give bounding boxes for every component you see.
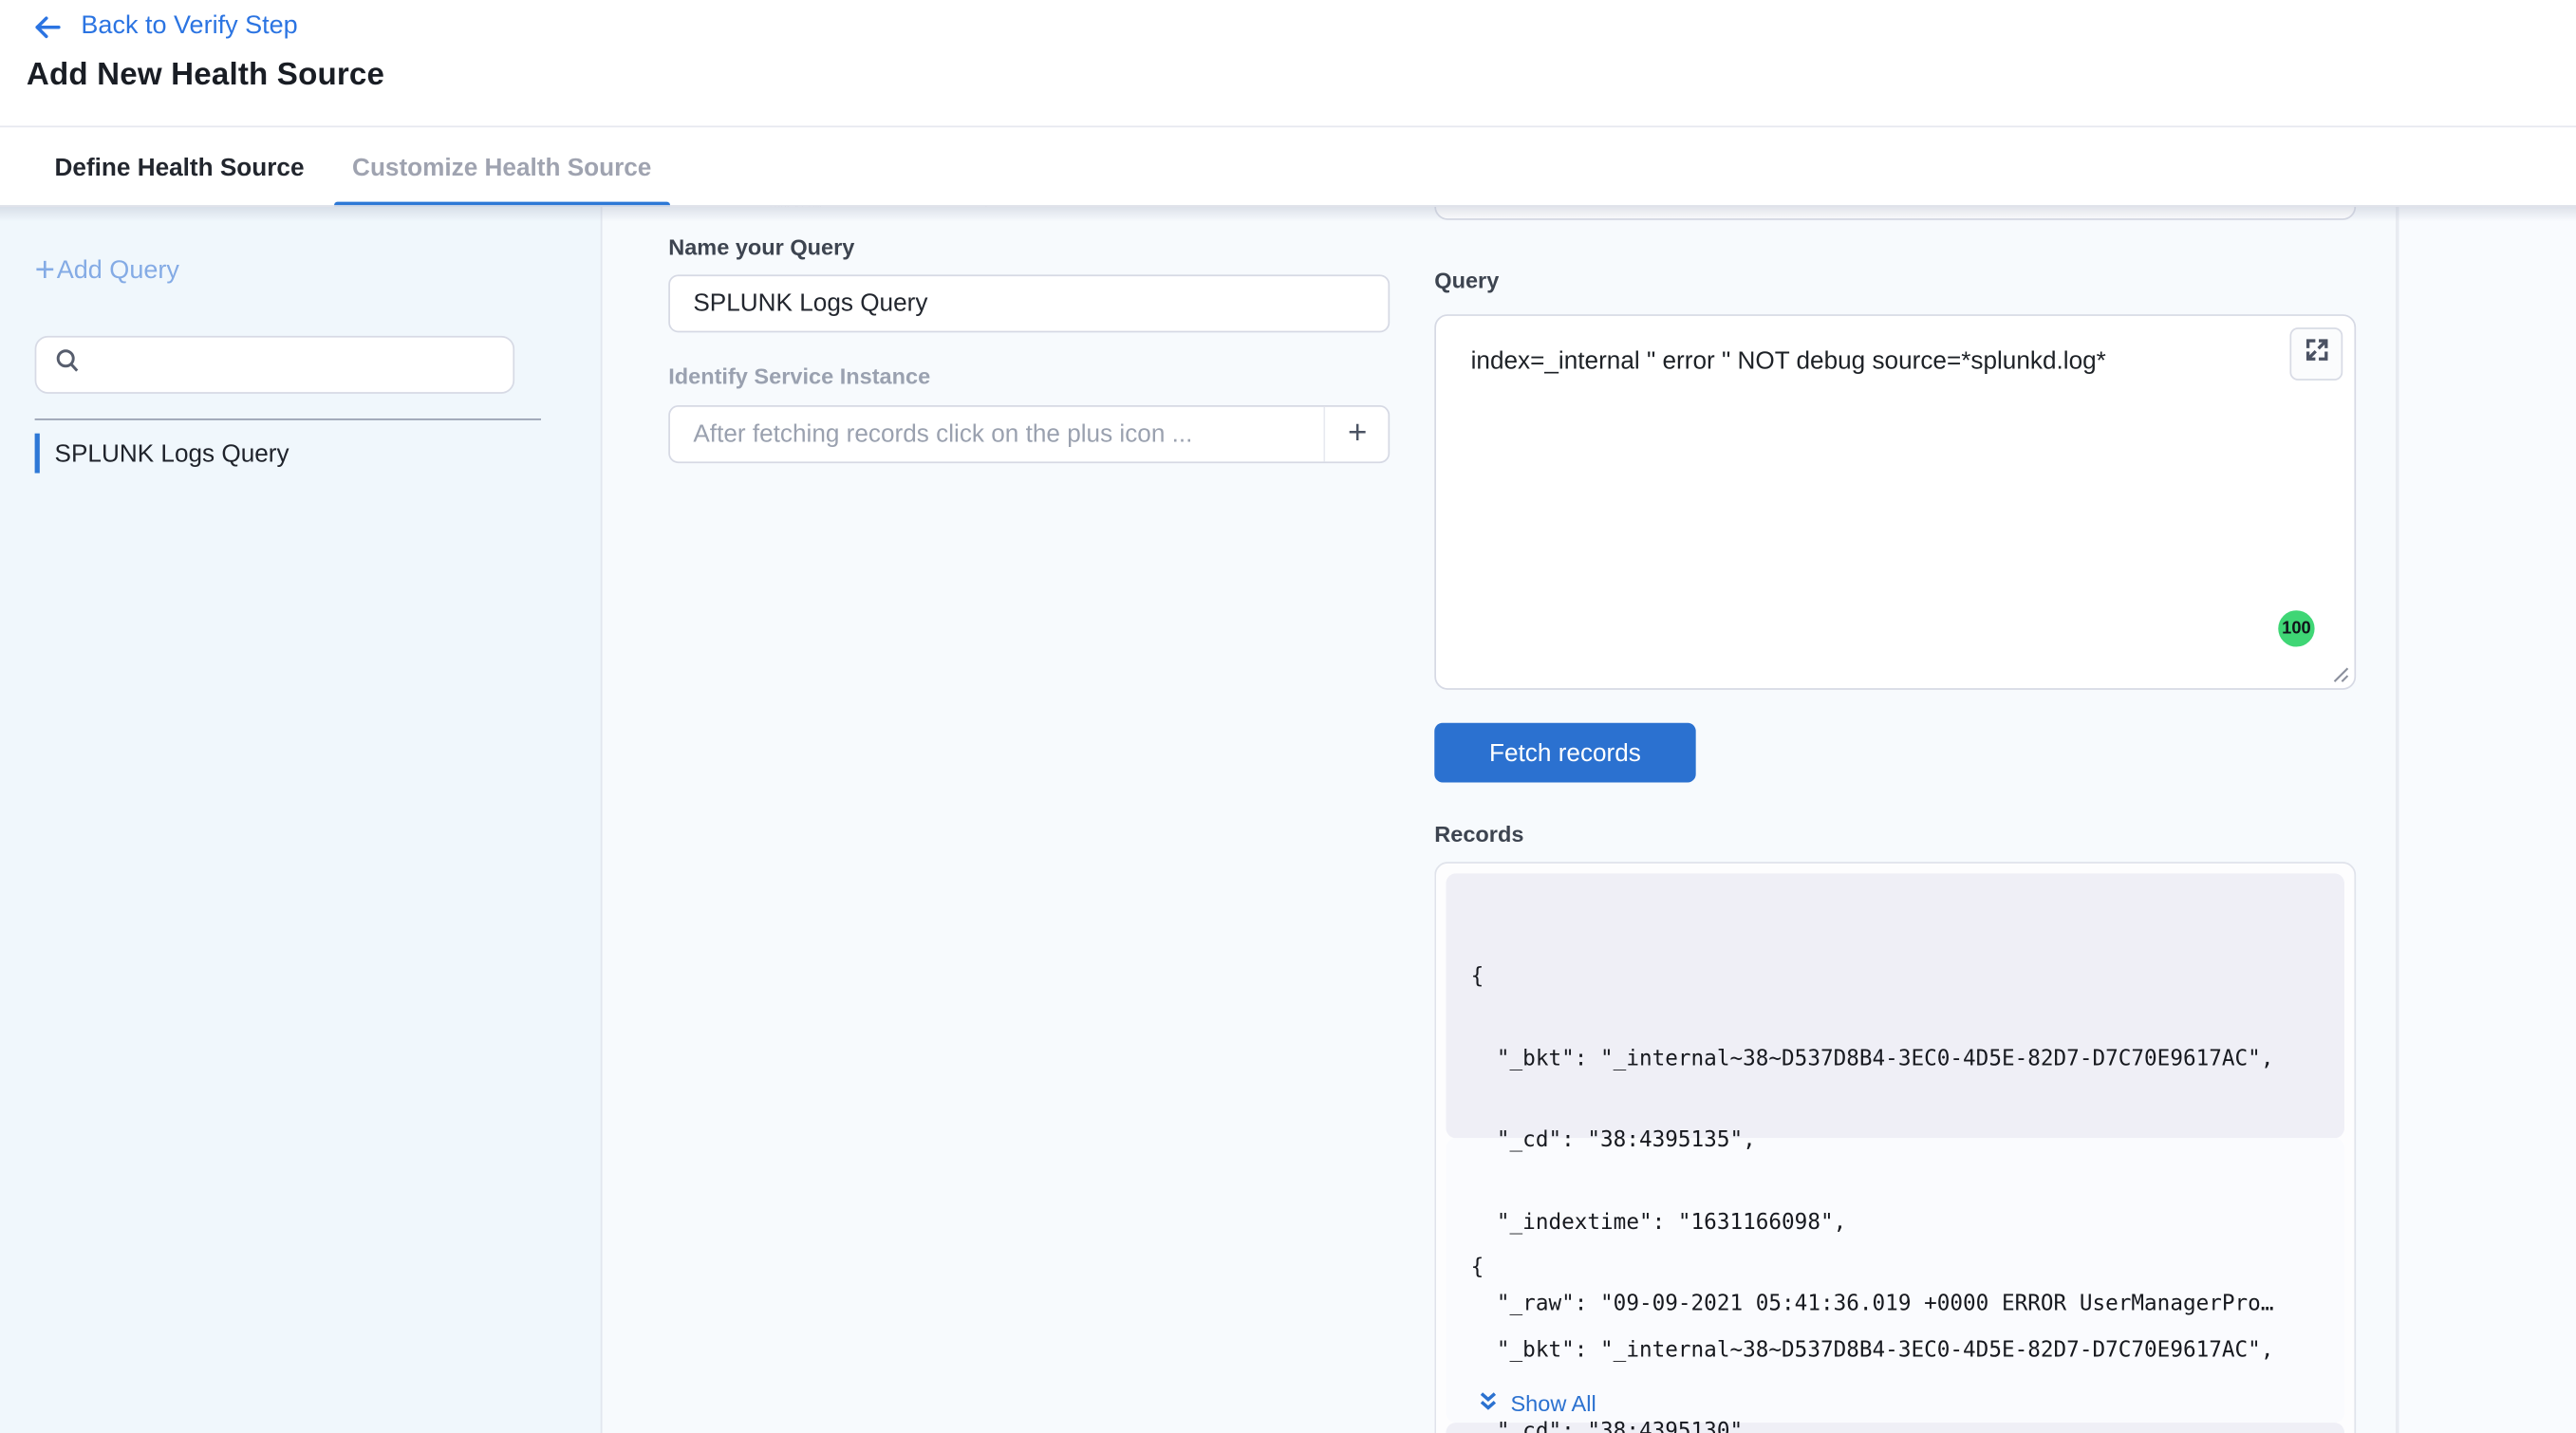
query-search-input[interactable] — [35, 336, 514, 394]
records-label: Records — [1434, 822, 1523, 847]
add-query-label: Add Query — [57, 256, 179, 286]
query-text: index=_internal " error " NOT debug sour… — [1471, 347, 2272, 376]
plus-icon: + — [35, 254, 55, 288]
expand-icon — [2303, 336, 2331, 372]
resize-handle-icon[interactable] — [2328, 661, 2350, 683]
selected-indicator-bar — [35, 434, 40, 474]
sidebar-item-splunk-logs-query[interactable]: SPLUNK Logs Query — [35, 434, 289, 474]
back-arrow-icon — [33, 14, 62, 39]
query-textarea[interactable]: index=_internal " error " NOT debug sour… — [1434, 314, 2356, 690]
fetch-records-button[interactable]: Fetch records — [1434, 723, 1695, 783]
service-instance-field: + — [668, 405, 1390, 463]
query-label: Query — [1434, 268, 1499, 292]
record-count-badge: 100 — [2278, 610, 2314, 646]
add-query-button[interactable]: + Add Query — [35, 254, 179, 288]
add-health-source-page: + Add Query SPLUNK Logs Query Name your … — [0, 0, 2576, 1433]
page-title: Add New Health Source — [27, 58, 384, 94]
query-item-label: SPLUNK Logs Query — [55, 439, 289, 468]
records-container: { "_bkt": "_internal~38~D537D8B4-3EC0-4D… — [1434, 862, 2356, 1433]
page-header: Back to Verify Step Add New Health Sourc… — [0, 0, 2576, 207]
tab-define-health-source[interactable]: Define Health Source — [36, 127, 322, 207]
page-right-margin — [2399, 207, 2576, 1433]
tab-customize-health-source[interactable]: Customize Health Source — [334, 127, 670, 207]
service-instance-input[interactable] — [668, 405, 1390, 463]
sidebar-divider — [35, 419, 541, 420]
expand-query-button[interactable] — [2289, 327, 2343, 381]
search-icon — [55, 347, 82, 382]
record-card: { "_bkt": "_internal~38~D537D8B4-3EC0-4D… — [1446, 873, 2344, 1138]
add-service-instance-button[interactable]: + — [1323, 407, 1390, 462]
identify-service-instance-label: Identify Service Instance — [668, 363, 930, 388]
back-to-verify-step-link[interactable]: Back to Verify Step — [33, 9, 298, 45]
name-your-query-label: Name your Query — [668, 235, 854, 260]
tabbar-border — [0, 205, 2576, 207]
plus-icon: + — [1348, 416, 1367, 454]
content-area: + Add Query SPLUNK Logs Query Name your … — [0, 207, 2576, 1433]
query-name-input[interactable] — [668, 274, 1390, 332]
tab-bar: Define Health Source Customize Health So… — [36, 127, 669, 207]
query-sidebar: + Add Query SPLUNK Logs Query — [0, 207, 602, 1433]
